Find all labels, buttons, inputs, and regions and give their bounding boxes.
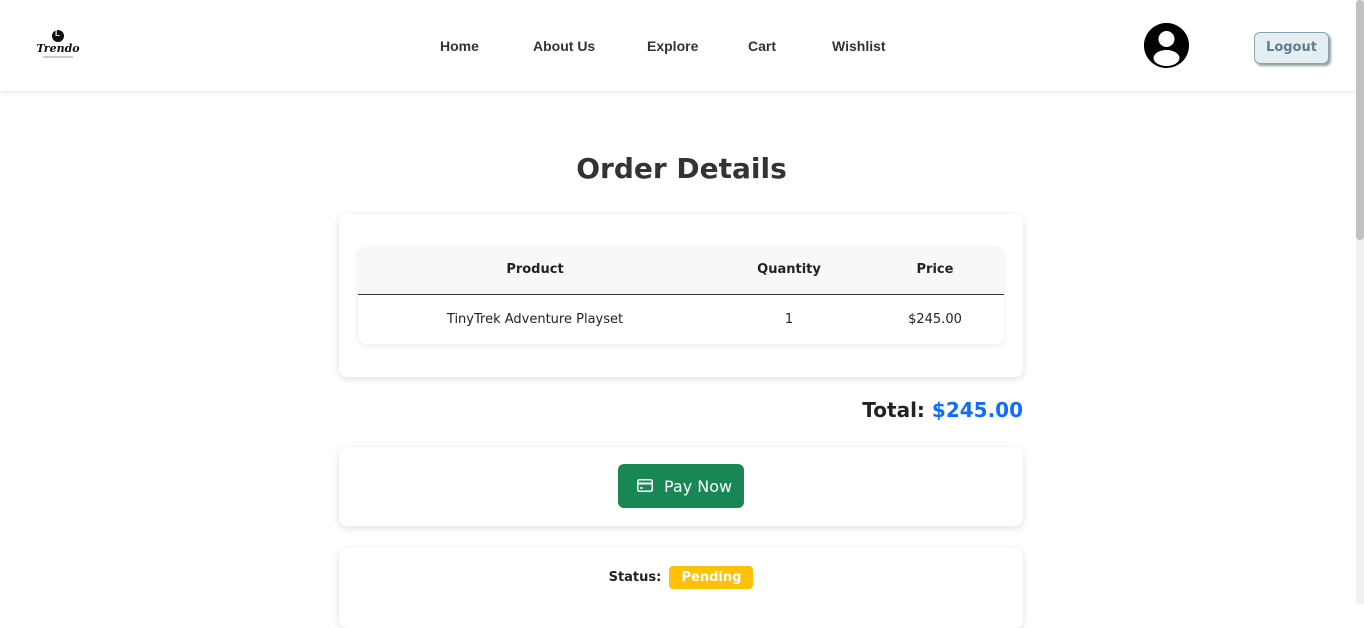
credit-card-icon: [637, 479, 653, 492]
table-header-row: Product Quantity Price: [358, 246, 1004, 295]
scrollbar-thumb[interactable]: [1356, 0, 1364, 240]
status-label: Status:: [608, 570, 662, 585]
user-avatar-icon[interactable]: [1144, 23, 1189, 68]
nav-link-cart[interactable]: Cart: [748, 38, 776, 54]
page-title: Order Details: [576, 152, 787, 185]
logo-underline: [43, 56, 73, 58]
column-header-quantity: Quantity: [712, 246, 866, 295]
total-label: Total:: [862, 398, 925, 422]
column-header-price: Price: [866, 246, 1004, 295]
order-items-table: Product Quantity Price TinyTrek Adventur…: [358, 246, 1004, 344]
cell-quantity: 1: [712, 294, 866, 344]
logout-button[interactable]: Logout: [1254, 32, 1329, 64]
payment-card: Pay Now: [339, 447, 1023, 526]
status-card: Status: Pending: [339, 548, 1023, 628]
table-row: TinyTrek Adventure Playset 1 $245.00: [358, 294, 1004, 344]
pay-now-label: Pay Now: [664, 477, 733, 496]
pay-now-button[interactable]: Pay Now: [618, 464, 744, 508]
nav-link-wishlist[interactable]: Wishlist: [832, 38, 886, 54]
nav-link-explore[interactable]: Explore: [647, 38, 698, 54]
top-navbar: Trendo Home About Us Explore Cart Wishli…: [0, 0, 1356, 92]
order-items-card: Product Quantity Price TinyTrek Adventur…: [339, 214, 1023, 377]
nav-link-home[interactable]: Home: [440, 38, 479, 54]
column-header-product: Product: [358, 246, 712, 295]
nav-link-about-us[interactable]: About Us: [533, 38, 595, 54]
status-badge: Pending: [669, 566, 754, 589]
cell-price: $245.00: [866, 294, 1004, 344]
order-total: Total: $245.00: [700, 398, 1023, 422]
cell-product: TinyTrek Adventure Playset: [358, 294, 712, 344]
status-row: Status: Pending: [339, 566, 1023, 589]
total-amount: $245.00: [931, 398, 1023, 422]
